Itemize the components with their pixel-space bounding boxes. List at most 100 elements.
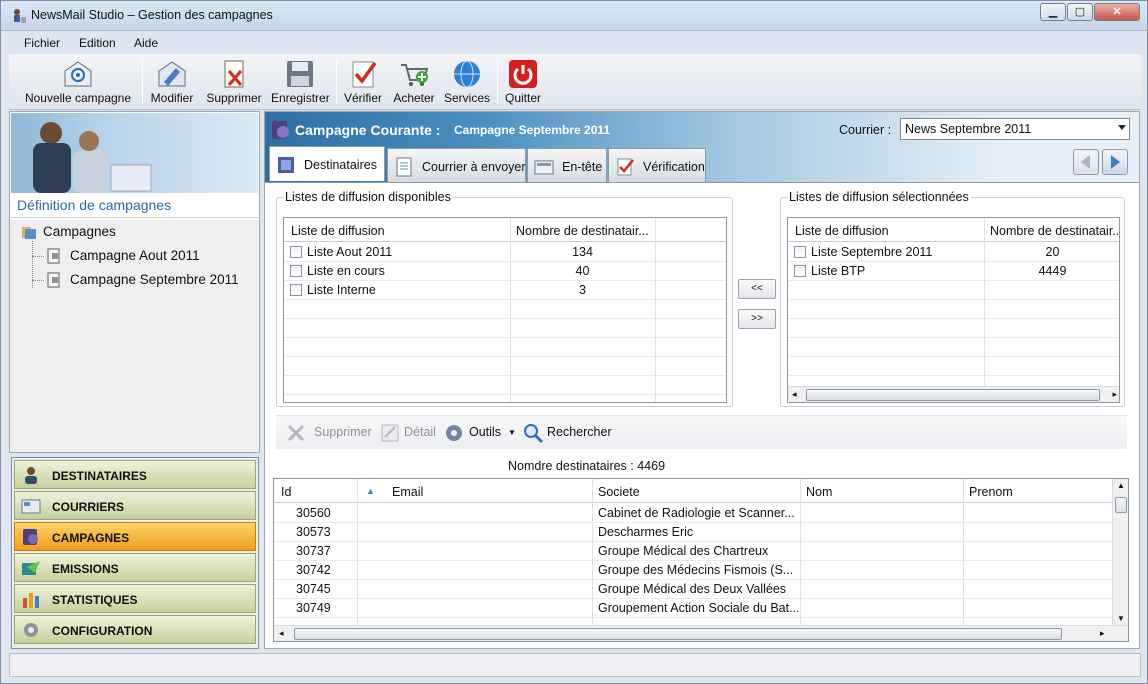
current-campaign-label: Campagne Courante : xyxy=(295,122,441,138)
column-header[interactable]: Societe xyxy=(598,485,640,499)
header-photo xyxy=(11,113,258,193)
globe-icon xyxy=(454,60,480,88)
nav-statistiques[interactable]: STATISTIQUES xyxy=(14,584,256,613)
gear-icon xyxy=(446,425,462,441)
tree-item[interactable]: Campagne Aout 2011 xyxy=(70,248,200,263)
recipient-count: Nomdre destinataires : 4469 xyxy=(508,459,666,473)
tab-verification[interactable]: Vérification xyxy=(608,148,706,182)
campaign-icon xyxy=(272,121,289,139)
column-header[interactable]: Email xyxy=(392,485,423,499)
gear-icon xyxy=(24,623,38,637)
column-header[interactable]: Liste de diffusion xyxy=(291,224,385,238)
move-left-button[interactable]: << xyxy=(738,279,776,299)
campaign-doc-icon xyxy=(47,248,60,264)
mail-icon xyxy=(21,499,41,514)
next-button[interactable] xyxy=(1102,149,1128,175)
main-panel: Campagne Courante : Campagne Septembre 2… xyxy=(264,111,1140,649)
tree-item[interactable]: Campagne Septembre 2011 xyxy=(70,272,239,287)
campaign-doc-icon xyxy=(47,272,60,288)
nav-campagnes[interactable]: CAMPAGNES xyxy=(14,522,256,551)
nav-courriers[interactable]: COURRIERS xyxy=(14,491,256,520)
send-icon xyxy=(22,561,40,575)
previous-button[interactable] xyxy=(1073,149,1099,175)
selected-lists-table: Liste de diffusion Nombre de destinatair… xyxy=(787,217,1120,403)
row-checkbox[interactable] xyxy=(290,246,302,258)
main-toolbar: Nouvelle campagne Modifier Supprimer Enr… xyxy=(9,54,1141,110)
tab-content: Listes de diffusion disponibles Liste de… xyxy=(265,182,1139,648)
envelope-at-icon xyxy=(64,61,92,87)
sidebar-title: Définition de campagnes xyxy=(17,197,172,213)
new-campaign-button[interactable]: Nouvelle campagne xyxy=(19,54,137,110)
nav-emissions[interactable]: EMISSIONS xyxy=(14,553,256,582)
maximize-button[interactable]: ▢ xyxy=(1067,3,1093,21)
campaign-tree: Campagnes Campagne Aout 2011 Campagne Se… xyxy=(10,220,259,452)
title-bar: NewsMail Studio – Gestion des campagnes … xyxy=(1,1,1147,31)
status-bar xyxy=(9,653,1141,677)
buy-button[interactable]: Acheter xyxy=(389,54,439,110)
edit-button[interactable]: Modifier xyxy=(147,54,197,110)
campaign-tree-panel: Définition de campagnes Campagnes Campag… xyxy=(9,111,260,453)
table-header: Liste de diffusion Nombre de destinatair… xyxy=(788,218,1119,242)
sort-asc-icon: ▲ xyxy=(366,486,375,496)
column-header[interactable]: Id xyxy=(281,485,291,499)
current-campaign-name: Campagne Septembre 2011 xyxy=(454,123,611,137)
column-header[interactable]: Nombre de destinatair... xyxy=(516,224,656,238)
minimize-button[interactable]: ▁ xyxy=(1040,3,1066,21)
table-header: Id ▲ Email Societe Nom Prenom xyxy=(274,479,1112,503)
courrier-select[interactable]: News Septembre 2011 xyxy=(900,118,1130,140)
document-icon xyxy=(396,157,412,177)
checklist-icon xyxy=(617,158,634,176)
column-header[interactable]: Nombre de destinatair... xyxy=(990,224,1119,238)
row-checkbox[interactable] xyxy=(794,265,806,277)
chevron-down-icon: ▼ xyxy=(508,428,516,437)
checklist-icon xyxy=(352,61,377,88)
available-lists-table: Liste de diffusion Nombre de destinatair… xyxy=(283,217,727,403)
delete-icon xyxy=(287,424,305,442)
recipients-table: Id ▲ Email Societe Nom Prenom 30560 Cabi… xyxy=(273,478,1129,642)
column-header[interactable]: Prenom xyxy=(969,485,1013,499)
arrow-left-icon xyxy=(1081,155,1090,169)
recipients-tab-icon xyxy=(278,157,294,173)
services-button[interactable]: Services xyxy=(442,54,492,110)
save-button[interactable]: Enregistrer xyxy=(271,54,330,110)
floppy-disk-icon xyxy=(287,61,313,87)
shopping-cart-icon xyxy=(401,64,429,86)
module-nav: DESTINATAIRES COURRIERS CAMPAGNES EMISSI… xyxy=(11,457,259,649)
move-right-button[interactable]: >> xyxy=(738,309,776,329)
nav-destinataires[interactable]: DESTINATAIRES xyxy=(14,460,256,489)
menu-aide[interactable]: Aide xyxy=(134,36,158,50)
arrow-right-icon xyxy=(1111,155,1120,169)
column-header[interactable]: Liste de diffusion xyxy=(795,224,889,238)
horizontal-scrollbar[interactable]: ◂ ▸ xyxy=(788,386,1119,402)
horizontal-scrollbar[interactable]: ◂ ▸ xyxy=(274,625,1128,641)
recipients-toolbar: Supprimer Détail Outils ▼ Rechercher xyxy=(276,415,1127,449)
close-button[interactable]: ✕ xyxy=(1094,3,1140,21)
column-header[interactable]: Nom xyxy=(806,485,832,499)
chevron-down-icon xyxy=(1118,125,1126,130)
tab-courrier[interactable]: Courrier à envoyer xyxy=(387,148,526,182)
power-icon xyxy=(509,60,537,88)
menu-edition[interactable]: Edition xyxy=(79,36,116,50)
delete-button[interactable]: Supprimer xyxy=(204,54,264,110)
search-icon xyxy=(524,424,544,444)
verify-button[interactable]: Vérifier xyxy=(341,54,385,110)
bar-chart-icon xyxy=(23,593,39,608)
row-checkbox[interactable] xyxy=(290,284,302,296)
row-checkbox[interactable] xyxy=(794,246,806,258)
row-checkbox[interactable] xyxy=(290,265,302,277)
app-window: NewsMail Studio – Gestion des campagnes … xyxy=(0,0,1148,684)
tree-root[interactable]: Campagnes xyxy=(43,224,116,239)
folder-icon xyxy=(22,227,36,239)
menu-fichier[interactable]: Fichier xyxy=(24,36,60,50)
window-title: NewsMail Studio – Gestion des campagnes xyxy=(31,8,273,22)
detail-icon xyxy=(381,424,399,442)
campaign-icon xyxy=(23,529,38,545)
users-icon xyxy=(25,467,37,484)
nav-configuration[interactable]: CONFIGURATION xyxy=(14,615,256,644)
available-lists-group: Listes de diffusion disponibles Liste de… xyxy=(276,190,733,407)
quit-button[interactable]: Quitter xyxy=(501,54,545,110)
tab-entete[interactable]: En-tête xyxy=(527,148,607,182)
edit-envelope-icon xyxy=(158,61,186,87)
vertical-scrollbar[interactable]: ▲ ▼ xyxy=(1112,479,1128,625)
tab-destinataires[interactable]: Destinataires xyxy=(269,146,385,181)
